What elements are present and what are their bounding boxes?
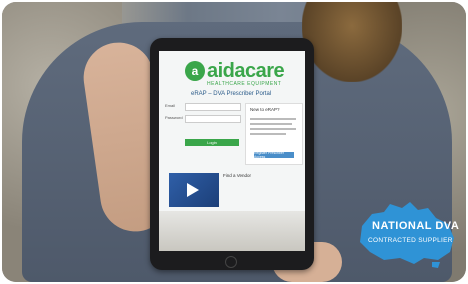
password-field[interactable] (185, 115, 241, 123)
video-thumbnail[interactable] (169, 173, 219, 207)
logo-wordmark: aidacare (207, 59, 285, 82)
text-line (250, 128, 296, 130)
login-button[interactable]: Login (185, 139, 239, 146)
screen-photo (159, 211, 305, 251)
text-line (250, 123, 292, 125)
australia-map-icon (360, 202, 454, 268)
new-to-erap-title: New to eRAP? (250, 107, 280, 112)
email-field[interactable] (185, 103, 241, 111)
text-line (250, 133, 286, 135)
logo-tagline: HEALTHCARE EQUIPMENT (207, 81, 282, 87)
register-button[interactable]: Register Prescriber Access (254, 151, 294, 159)
email-label: Email (165, 103, 176, 108)
password-label: Password (165, 115, 183, 120)
logo-mark-icon: a (185, 61, 205, 81)
dva-supplier-badge: NATIONAL DVA CONTRACTED SUPPLIER (354, 198, 460, 268)
tablet-device: a aidacare HEALTHCARE EQUIPMENT eRAP – D… (150, 38, 314, 270)
find-vendor-title: Find a Vendor (223, 173, 252, 178)
home-button-icon (225, 256, 237, 268)
badge-line1: NATIONAL DVA (372, 220, 460, 232)
tablet-screen: a aidacare HEALTHCARE EQUIPMENT eRAP – D… (159, 51, 305, 251)
text-line (250, 118, 296, 120)
login-form: Email Password Login (165, 103, 241, 163)
aidacare-logo: a aidacare (185, 59, 285, 83)
portal-title: eRAP – DVA Prescriber Portal (191, 91, 272, 97)
new-to-erap-panel: New to eRAP? Register Prescriber Access (245, 103, 303, 165)
person-hair (302, 2, 402, 82)
play-icon (187, 183, 199, 197)
badge-line2: CONTRACTED SUPPLIER (368, 237, 453, 244)
photo-frame: a aidacare HEALTHCARE EQUIPMENT eRAP – D… (2, 2, 466, 282)
